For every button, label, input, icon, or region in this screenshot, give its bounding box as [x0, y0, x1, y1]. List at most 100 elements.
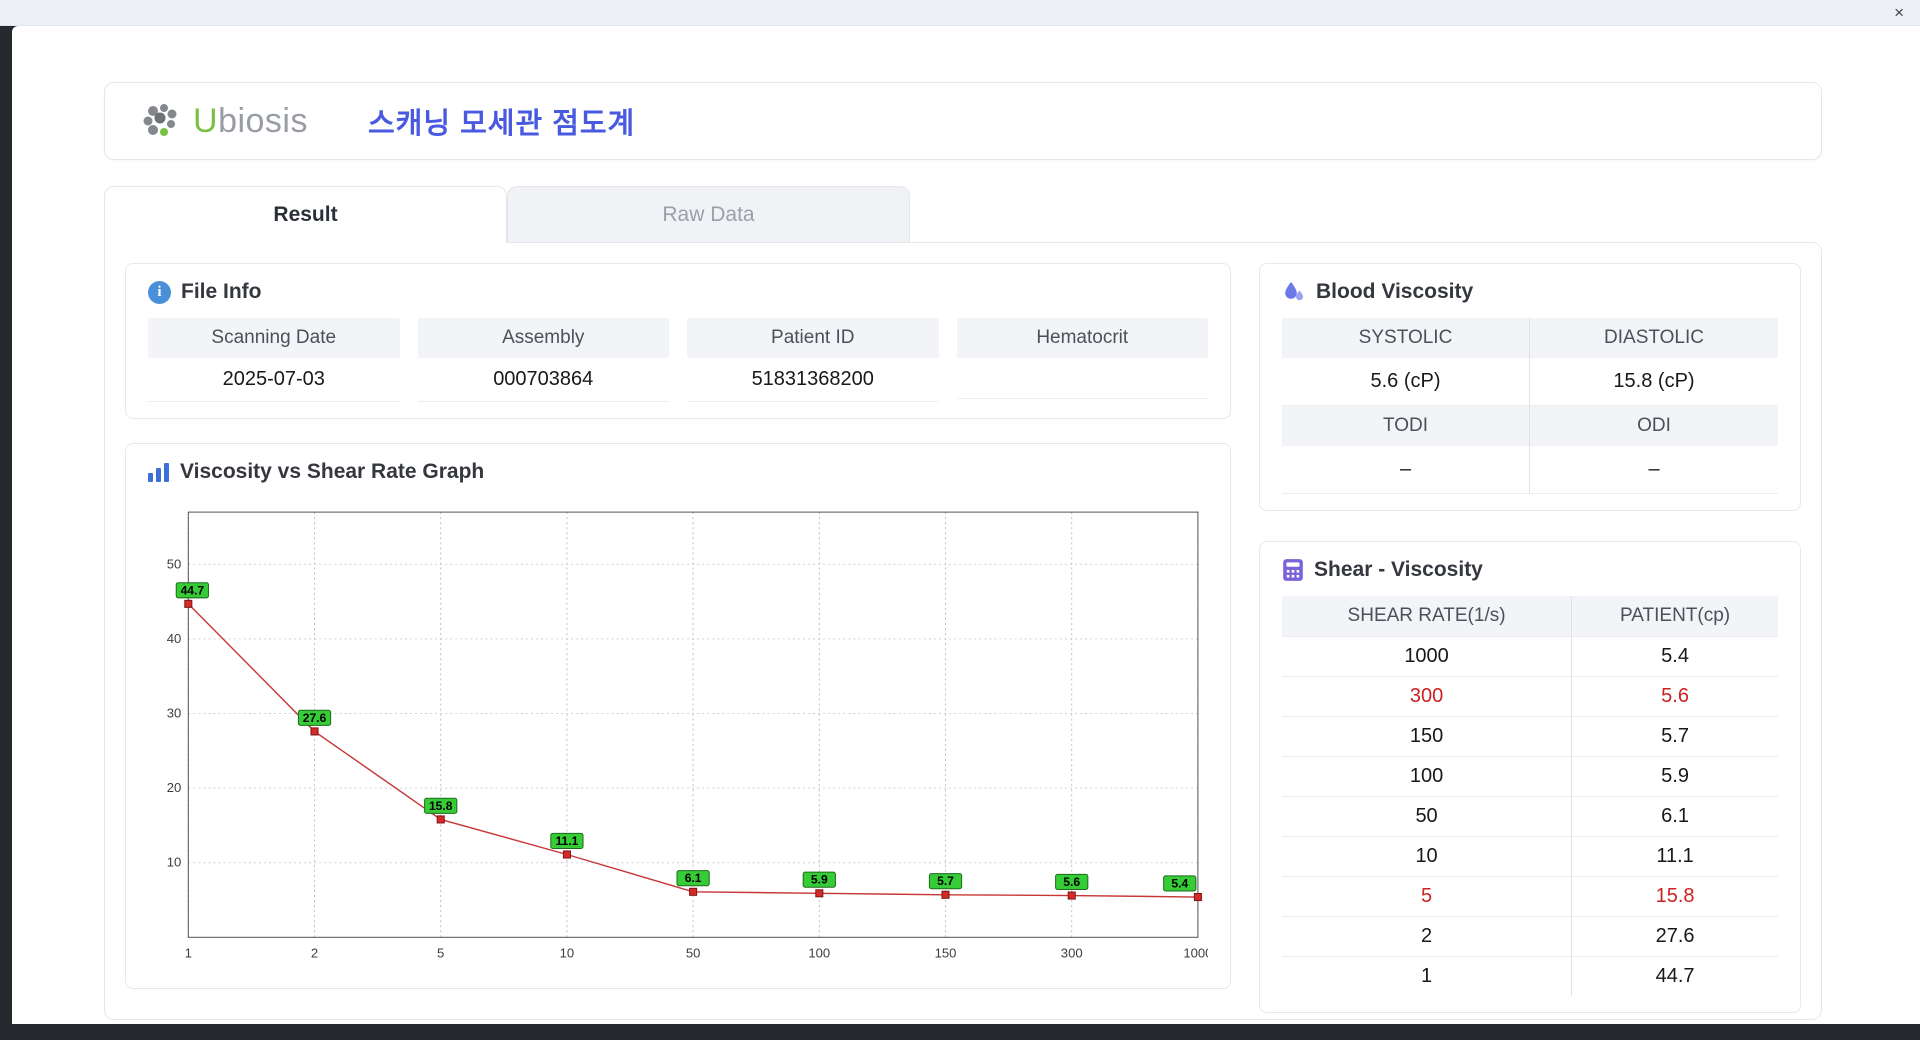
shear-rate-cell: 5	[1282, 876, 1573, 917]
systolic-header: SYSTOLIC	[1282, 318, 1530, 358]
shear-rate-cell: 10	[1282, 836, 1573, 877]
table-header-row: SHEAR RATE(1/s) PATIENT(cp)	[1282, 596, 1778, 637]
table-row: 1 44.7	[1282, 956, 1778, 996]
droplet-icon	[1285, 282, 1303, 301]
svg-text:5: 5	[437, 945, 444, 960]
svg-text:150: 150	[935, 945, 957, 960]
svg-text:1000: 1000	[1183, 945, 1208, 960]
blood-viscosity-title: Blood Viscosity	[1316, 280, 1474, 303]
svg-text:30: 30	[167, 706, 182, 721]
svg-text:300: 300	[1061, 945, 1083, 960]
table-row: 1000 5.4	[1282, 636, 1778, 677]
shear-viscosity-header: Shear - Viscosity	[1282, 558, 1778, 582]
column-header-patient: PATIENT(cp)	[1571, 596, 1778, 637]
shear-rate-cell: 50	[1282, 796, 1573, 837]
patient-cell: 5.6	[1571, 676, 1778, 717]
odi-value: –	[1530, 446, 1778, 494]
patient-cell: 44.7	[1571, 956, 1778, 996]
svg-text:5.9: 5.9	[811, 873, 828, 887]
field-assembly: Assembly 000703864	[417, 318, 669, 402]
svg-text:6.1: 6.1	[685, 871, 702, 885]
tab-raw-data-label: Raw Data	[662, 202, 755, 226]
graph-title: Viscosity vs Shear Rate Graph	[180, 460, 485, 483]
patient-cell: 27.6	[1571, 916, 1778, 957]
field-label: Scanning Date	[148, 318, 400, 358]
blood-viscosity-card: Blood Viscosity SYSTOLIC DIASTOLIC 5.6 (…	[1259, 263, 1801, 511]
tab-raw-data[interactable]: Raw Data	[507, 186, 910, 242]
blood-viscosity-header: Blood Viscosity	[1282, 280, 1778, 304]
shear-rate-cell: 300	[1282, 676, 1573, 717]
file-info-fields: Scanning Date 2025-07-03 Assembly 000703…	[148, 318, 1208, 402]
info-icon	[148, 280, 171, 304]
header-card: Ubiosis 스캐닝 모세관 점도계	[104, 82, 1822, 160]
svg-text:100: 100	[808, 945, 830, 960]
svg-text:20: 20	[167, 780, 182, 795]
logo-initial: U	[193, 101, 219, 140]
ubiosis-logo-text: Ubiosis	[193, 102, 308, 141]
field-patient-id: Patient ID 51831368200	[687, 318, 939, 402]
patient-cell: 5.4	[1571, 636, 1778, 677]
field-value: 51831368200	[687, 358, 939, 402]
table-row: 5 15.8	[1282, 876, 1778, 917]
shear-rate-cell: 1	[1282, 956, 1573, 996]
left-column: File Info Scanning Date 2025-07-03 Assem…	[125, 263, 1231, 999]
ubiosis-logo-icon	[143, 104, 177, 136]
table-row: 300 5.6	[1282, 676, 1778, 717]
graph-card: Viscosity vs Shear Rate Graph 10 20 30 40 50…	[125, 443, 1231, 989]
blood-viscosity-grid: SYSTOLIC DIASTOLIC 5.6 (cP) 15.8 (cP) TO…	[1282, 318, 1778, 494]
shear-rate-cell: 150	[1282, 716, 1573, 757]
svg-text:10: 10	[560, 945, 575, 960]
svg-text:5.6: 5.6	[1063, 875, 1080, 889]
todi-value: –	[1282, 446, 1530, 494]
file-info-card: File Info Scanning Date 2025-07-03 Assem…	[125, 263, 1231, 419]
table-row: 150 5.7	[1282, 716, 1778, 757]
table-row: 2 27.6	[1282, 916, 1778, 957]
file-info-title: File Info	[181, 280, 262, 303]
logo-rest: biosis	[218, 101, 308, 140]
tab-result-label: Result	[273, 203, 338, 226]
shear-rate-cell: 100	[1282, 756, 1573, 797]
svg-text:50: 50	[686, 945, 701, 960]
svg-text:50: 50	[167, 556, 182, 571]
shear-viscosity-card: Shear - Viscosity SHEAR RATE(1/s) PATIEN…	[1259, 541, 1801, 1013]
patient-cell: 5.9	[1571, 756, 1778, 797]
page-title: 스캐닝 모세관 점도계	[368, 108, 636, 140]
patient-cell: 6.1	[1571, 796, 1778, 837]
svg-text:27.6: 27.6	[303, 711, 327, 725]
window-close-button[interactable]: ×	[1894, 4, 1904, 21]
file-info-header: File Info	[148, 280, 1208, 304]
patient-cell: 5.7	[1571, 716, 1778, 757]
patient-cell: 11.1	[1571, 836, 1778, 877]
shear-rate-cell: 2	[1282, 916, 1573, 957]
window-titlebar: ×	[0, 0, 1920, 26]
todi-header: TODI	[1282, 406, 1530, 446]
field-value: 2025-07-03	[148, 358, 400, 402]
calculator-icon	[1283, 559, 1303, 581]
ubiosis-logo: Ubiosis	[139, 101, 308, 141]
graph-header: Viscosity vs Shear Rate Graph	[148, 460, 1208, 484]
right-column: Blood Viscosity SYSTOLIC DIASTOLIC 5.6 (…	[1259, 263, 1801, 1013]
field-value	[956, 358, 1208, 399]
bar-chart-icon	[148, 462, 170, 482]
table-row: 50 6.1	[1282, 796, 1778, 837]
field-hematocrit: Hematocrit	[956, 318, 1208, 402]
svg-text:15.8: 15.8	[429, 799, 453, 813]
desktop-background: × Ubiosis 스캐닝 모세관 점도계 Result Raw Data i …	[0, 0, 1920, 1024]
field-label: Patient ID	[687, 318, 939, 358]
viscosity-shear-rate-chart: 10 20 30 40 50 1 2 5 10 50 100 150 300 1000 44.7 27.6 15…	[167, 511, 1208, 960]
table-row: 10 11.1	[1282, 836, 1778, 877]
field-label: Assembly	[417, 318, 669, 358]
shear-viscosity-title: Shear - Viscosity	[1314, 558, 1483, 581]
svg-text:2: 2	[311, 945, 318, 960]
field-value: 000703864	[417, 358, 669, 402]
shear-viscosity-table: SHEAR RATE(1/s) PATIENT(cp) 1000 5.4 300	[1282, 596, 1778, 996]
svg-text:44.7: 44.7	[181, 583, 205, 597]
svg-text:40: 40	[167, 631, 182, 646]
diastolic-value: 15.8 (cP)	[1530, 358, 1778, 406]
tab-result[interactable]: Result	[104, 186, 507, 243]
patient-cell: 15.8	[1571, 876, 1778, 917]
svg-text:1: 1	[185, 945, 192, 960]
field-label: Hematocrit	[956, 318, 1208, 358]
svg-text:5.7: 5.7	[937, 874, 954, 888]
svg-text:5.4: 5.4	[1171, 876, 1188, 890]
